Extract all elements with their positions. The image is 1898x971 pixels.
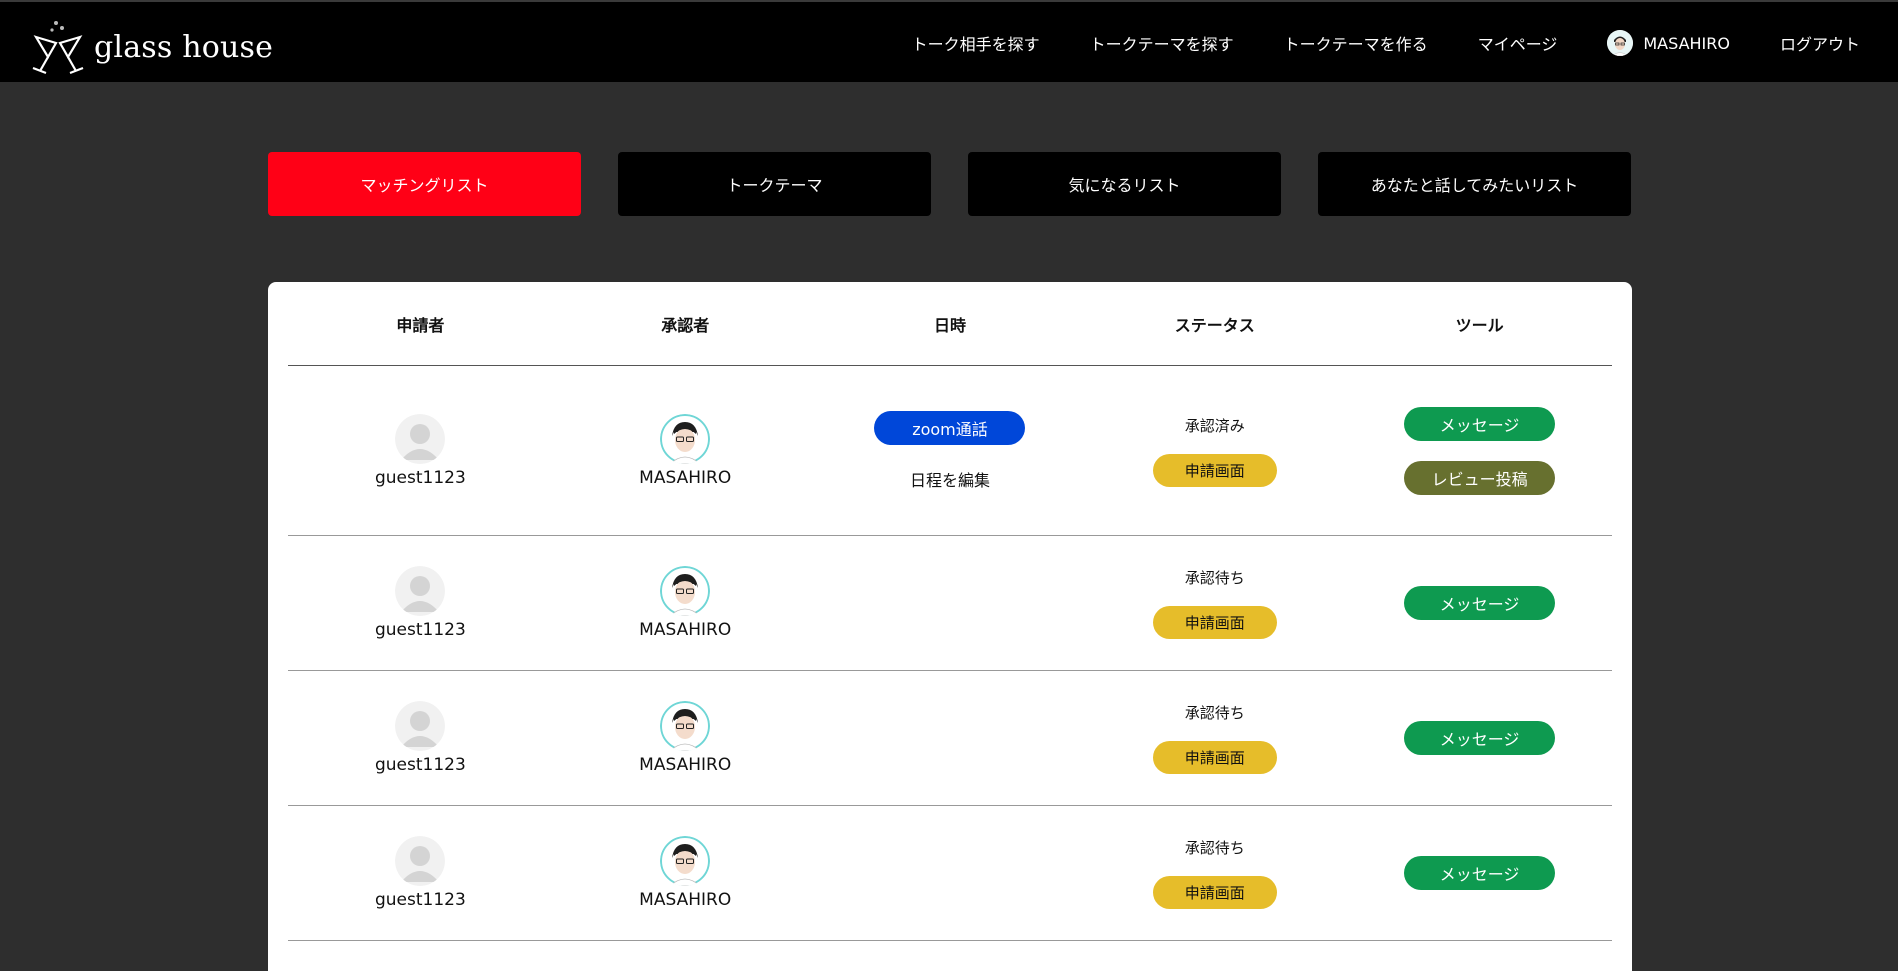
- tools-cell: メッセージ レビュー投稿: [1347, 366, 1612, 535]
- tab-interested-list[interactable]: 気になるリスト: [968, 152, 1281, 216]
- user-portrait-icon: [660, 566, 711, 616]
- table-row: guest1123 MASAHIRO 承認待ち 申請画面 メッセージ: [288, 671, 1612, 806]
- main-nav: トーク相手を探す トークテーマを探す トークテーマを作る マイページ MASAH…: [887, 2, 1898, 84]
- nav-user-profile[interactable]: MASAHIRO: [1582, 30, 1755, 56]
- approver-avatar[interactable]: [660, 566, 711, 616]
- wine-glasses-icon: [32, 21, 84, 75]
- application-screen-button[interactable]: 申請画面: [1152, 741, 1277, 774]
- applicant-name[interactable]: guest1123: [375, 890, 466, 910]
- table-row: guest1123 MASAHIRO 承認待ち 申請画面 メッセージ: [288, 536, 1612, 671]
- approver-name[interactable]: MASAHIRO: [639, 890, 731, 910]
- default-user-icon: [395, 566, 446, 616]
- applicant-cell: guest1123: [288, 536, 553, 670]
- nav-create-theme[interactable]: トークテーマを作る: [1259, 31, 1453, 55]
- table-row: guest1123 MASAHIRO zoom通話 日程を編集 承認済み 申請画…: [288, 366, 1612, 536]
- application-screen-button[interactable]: 申請画面: [1152, 453, 1277, 487]
- applicant-name[interactable]: guest1123: [375, 620, 466, 640]
- user-avatar: [1607, 30, 1634, 56]
- datetime-cell: zoom通話 日程を編集: [818, 366, 1083, 535]
- datetime-cell: [818, 671, 1083, 805]
- nav-mypage[interactable]: マイページ: [1453, 31, 1583, 55]
- application-screen-button[interactable]: 申請画面: [1152, 876, 1277, 909]
- message-button[interactable]: メッセージ: [1404, 406, 1556, 441]
- approver-cell: MASAHIRO: [553, 671, 818, 805]
- approver-name[interactable]: MASAHIRO: [639, 755, 731, 775]
- nav-find-partner[interactable]: トーク相手を探す: [887, 31, 1065, 55]
- nav-find-theme[interactable]: トークテーマを探す: [1065, 31, 1259, 55]
- user-portrait-icon: [660, 413, 711, 464]
- status-text: 承認待ち: [1184, 839, 1245, 857]
- datetime-cell: [818, 536, 1083, 670]
- user-portrait-icon: [660, 836, 711, 886]
- user-portrait-icon: [660, 701, 711, 751]
- header-approver: 承認者: [661, 315, 710, 335]
- list-tabs: マッチングリスト トークテーマ 気になるリスト あなたと話してみたいリスト: [268, 152, 1632, 216]
- nav-username: MASAHIRO: [1643, 33, 1730, 53]
- table-header: 申請者 承認者 日時 ステータス ツール: [288, 282, 1612, 366]
- tools-cell: メッセージ: [1347, 806, 1612, 940]
- guest-avatar[interactable]: [395, 836, 446, 886]
- application-screen-button[interactable]: 申請画面: [1152, 606, 1277, 639]
- tools-cell: メッセージ: [1347, 671, 1612, 805]
- status-text: 承認待ち: [1184, 704, 1245, 722]
- datetime-cell: [818, 806, 1083, 940]
- header-applicant: 申請者: [396, 315, 445, 335]
- guest-avatar[interactable]: [395, 701, 446, 751]
- applicant-name[interactable]: guest1123: [375, 468, 466, 488]
- tools-cell: メッセージ: [1347, 536, 1612, 670]
- user-portrait-icon: [1607, 30, 1634, 56]
- header-tools: ツール: [1455, 315, 1504, 335]
- matching-list-card: 申請者 承認者 日時 ステータス ツール guest1123 MASAHIRO …: [268, 282, 1632, 971]
- post-review-button[interactable]: レビュー投稿: [1404, 460, 1556, 495]
- applicant-cell: guest1123: [288, 671, 553, 805]
- approver-name[interactable]: MASAHIRO: [639, 468, 731, 488]
- table-row: guest1123 MASAHIRO 承認待ち 申請画面 メッセージ: [288, 806, 1612, 941]
- status-cell: 承認済み 申請画面: [1082, 366, 1347, 535]
- approver-name[interactable]: MASAHIRO: [639, 620, 731, 640]
- guest-avatar[interactable]: [395, 566, 446, 616]
- approver-avatar[interactable]: [660, 836, 711, 886]
- applicant-name[interactable]: guest1123: [375, 755, 466, 775]
- approver-cell: MASAHIRO: [553, 806, 818, 940]
- applicant-cell: guest1123: [288, 366, 553, 535]
- top-nav-bar: glass house トーク相手を探す トークテーマを探す トークテーマを作る…: [0, 0, 1898, 82]
- guest-avatar[interactable]: [395, 413, 446, 464]
- header-datetime: 日時: [933, 315, 966, 335]
- message-button[interactable]: メッセージ: [1404, 586, 1556, 620]
- edit-schedule-link[interactable]: 日程を編集: [910, 467, 990, 491]
- tab-want-to-talk-list[interactable]: あなたと話してみたいリスト: [1318, 152, 1631, 216]
- approver-cell: MASAHIRO: [553, 366, 818, 535]
- status-cell: 承認待ち 申請画面: [1082, 536, 1347, 670]
- message-button[interactable]: メッセージ: [1404, 721, 1556, 755]
- default-user-icon: [395, 836, 446, 886]
- applicant-cell: guest1123: [288, 806, 553, 940]
- status-cell: 承認待ち 申請画面: [1082, 671, 1347, 805]
- default-user-icon: [395, 413, 446, 464]
- default-user-icon: [395, 701, 446, 751]
- status-text: 承認済み: [1184, 416, 1245, 435]
- nav-logout[interactable]: ログアウト: [1755, 31, 1898, 55]
- header-status: ステータス: [1174, 315, 1255, 335]
- approver-avatar[interactable]: [660, 413, 711, 464]
- approver-cell: MASAHIRO: [553, 536, 818, 670]
- message-button[interactable]: メッセージ: [1404, 856, 1556, 890]
- logo[interactable]: glass house: [28, 20, 274, 75]
- tab-matching-list[interactable]: マッチングリスト: [268, 152, 581, 216]
- logo-text: glass house: [94, 29, 274, 65]
- status-cell: 承認待ち 申請画面: [1082, 806, 1347, 940]
- approver-avatar[interactable]: [660, 701, 711, 751]
- zoom-call-button[interactable]: zoom通話: [874, 410, 1026, 445]
- status-text: 承認待ち: [1184, 569, 1245, 587]
- matching-table: 申請者 承認者 日時 ステータス ツール guest1123 MASAHIRO …: [288, 282, 1612, 941]
- tab-talk-theme[interactable]: トークテーマ: [618, 152, 931, 216]
